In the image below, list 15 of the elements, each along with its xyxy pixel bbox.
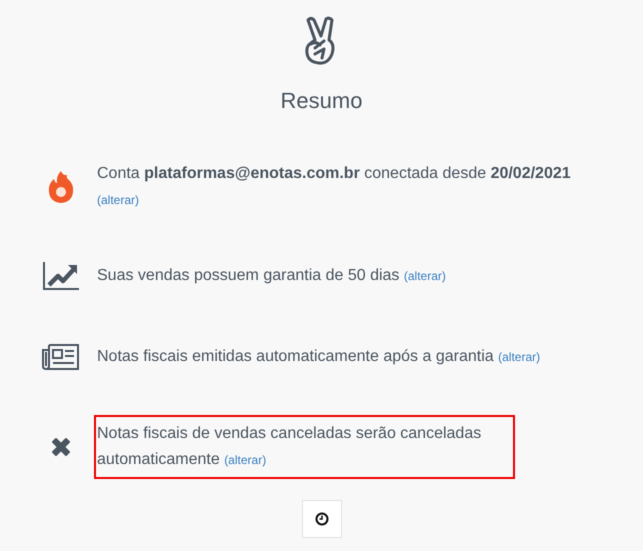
summary-text: Conta plataformas@enotas.com.br conectada desde 20/02/2021 (alterar) [97,164,572,209]
flame-icon [48,170,74,204]
summary-text: Notas fiscais emitidas automaticamente após a garantia (alterar) [97,347,540,367]
history-button[interactable] [302,500,342,538]
change-link[interactable]: (alterar) [224,453,266,467]
change-link[interactable]: (alterar) [404,269,446,283]
newspaper-icon [42,343,80,371]
close-icon [49,435,73,459]
page-title: Resumo [280,88,362,114]
change-link[interactable]: (alterar) [97,193,140,207]
trend-chart-icon [42,261,80,291]
clock-icon [314,512,328,526]
summary-text: Notas fiscais de vendas canceladas serão canceladas automaticamente (alterar) [94,415,515,479]
summary-text: Suas vendas possuem garantia de 50 dias (alterar) [97,266,446,286]
change-link[interactable]: (alterar) [498,350,540,364]
